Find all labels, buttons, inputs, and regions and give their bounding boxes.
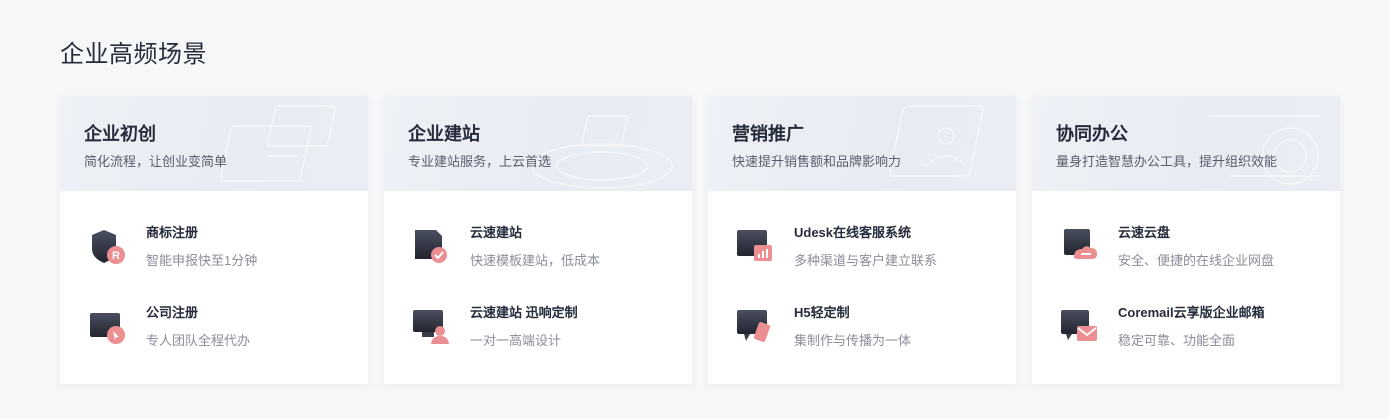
enterprise-scenarios-section: 企业高频场景 企业初创 简化流程，让创业变简单 R 商标注册 智能申报快至1分钟… [0, 0, 1389, 419]
card-body: 云速建站 快速模板建站，低成本 云速建站 迅响定制 一对一高端设计 [384, 191, 692, 363]
company-register-icon [90, 313, 125, 344]
item-desc: 一对一高端设计 [470, 333, 562, 348]
item-trademark-registration[interactable]: R 商标注册 智能申报快至1分钟 [88, 223, 344, 283]
card-subtitle: 专业建站服务，上云首选 [408, 154, 552, 169]
item-custom-site[interactable]: 云速建站 迅响定制 一对一高端设计 [412, 303, 668, 363]
card-title: 企业建站 [408, 124, 480, 144]
card-title: 协同办公 [1056, 124, 1128, 144]
card-header: 企业初创 简化流程，让创业变简单 [60, 96, 368, 191]
card-body: 云速云盘 安全、便捷的在线企业网盘 Coremail云享版企业邮箱 稳定可靠、功… [1032, 191, 1340, 363]
card-header: 企业建站 专业建站服务，上云首选 [384, 96, 692, 191]
item-desc: 安全、便捷的在线企业网盘 [1118, 253, 1275, 268]
card-marketing: 营销推广 快速提升销售额和品牌影响力 Udesk在线客服系统 多种渠道与客户建立… [708, 96, 1016, 384]
item-title: 云速云盘 [1118, 225, 1171, 240]
card-subtitle: 快速提升销售额和品牌影响力 [732, 154, 902, 169]
item-desc: 快速模板建站，低成本 [470, 253, 601, 268]
quick-site-icon [415, 230, 447, 263]
trademark-r-icon: R [92, 230, 125, 264]
item-company-registration[interactable]: 公司注册 专人团队全程代办 [88, 303, 344, 363]
h5-icon [737, 310, 771, 342]
item-udesk-service[interactable]: Udesk在线客服系统 多种渠道与客户建立联系 [736, 223, 992, 283]
item-desc: 智能申报快至1分钟 [146, 253, 258, 268]
card-header: 营销推广 快速提升销售额和品牌影响力 [708, 96, 1016, 191]
card-subtitle: 简化流程，让创业变简单 [84, 154, 228, 169]
header-decoration-icon [219, 105, 337, 182]
item-desc: 专人团队全程代办 [146, 333, 251, 348]
custom-site-icon [413, 310, 449, 344]
card-collaboration: 协同办公 量身打造智慧办公工具，提升组织效能 云速云盘 安全、便捷的在线企业网盘… [1032, 96, 1340, 384]
item-title: 云速建站 [470, 225, 523, 240]
header-decoration-icon [888, 105, 984, 177]
item-cloud-disk[interactable]: 云速云盘 安全、便捷的在线企业网盘 [1060, 223, 1316, 283]
item-desc: 稳定可靠、功能全面 [1118, 333, 1236, 348]
header-decoration-icon [1210, 115, 1320, 185]
item-h5-custom[interactable]: H5轻定制 集制作与传播为一体 [736, 303, 992, 363]
svg-text:R: R [112, 250, 120, 262]
item-title: Coremail云享版企业邮箱 [1118, 305, 1265, 320]
item-desc: 多种渠道与客户建立联系 [794, 253, 938, 268]
item-coremail[interactable]: Coremail云享版企业邮箱 稳定可靠、功能全面 [1060, 303, 1316, 363]
card-body: R 商标注册 智能申报快至1分钟 公司注册 专人团队全程代办 [60, 191, 368, 363]
card-subtitle: 量身打造智慧办公工具，提升组织效能 [1056, 154, 1278, 169]
scenario-cards: 企业初创 简化流程，让创业变简单 R 商标注册 智能申报快至1分钟 公司注册 专… [60, 96, 1340, 384]
header-decoration-icon [531, 115, 673, 189]
card-body: Udesk在线客服系统 多种渠道与客户建立联系 H5轻定制 集制作与传播为一体 [708, 191, 1016, 363]
card-title: 企业初创 [84, 124, 156, 144]
item-title: H5轻定制 [794, 305, 850, 320]
item-title: 公司注册 [146, 305, 199, 320]
mail-icon [1061, 310, 1097, 341]
item-quick-site[interactable]: 云速建站 快速模板建站，低成本 [412, 223, 668, 283]
card-website-building: 企业建站 专业建站服务，上云首选 云速建站 快速模板建站，低成本 云速建站 迅响… [384, 96, 692, 384]
item-title: Udesk在线客服系统 [794, 225, 912, 240]
card-startup: 企业初创 简化流程，让创业变简单 R 商标注册 智能申报快至1分钟 公司注册 专… [60, 96, 368, 384]
item-title: 云速建站 迅响定制 [470, 305, 578, 320]
item-title: 商标注册 [146, 225, 199, 240]
card-header: 协同办公 量身打造智慧办公工具，提升组织效能 [1032, 96, 1340, 191]
cloud-disk-icon [1064, 229, 1097, 259]
item-desc: 集制作与传播为一体 [794, 333, 912, 348]
card-title: 营销推广 [732, 124, 804, 144]
customer-service-icon [737, 230, 772, 261]
section-title: 企业高频场景 [60, 41, 207, 68]
